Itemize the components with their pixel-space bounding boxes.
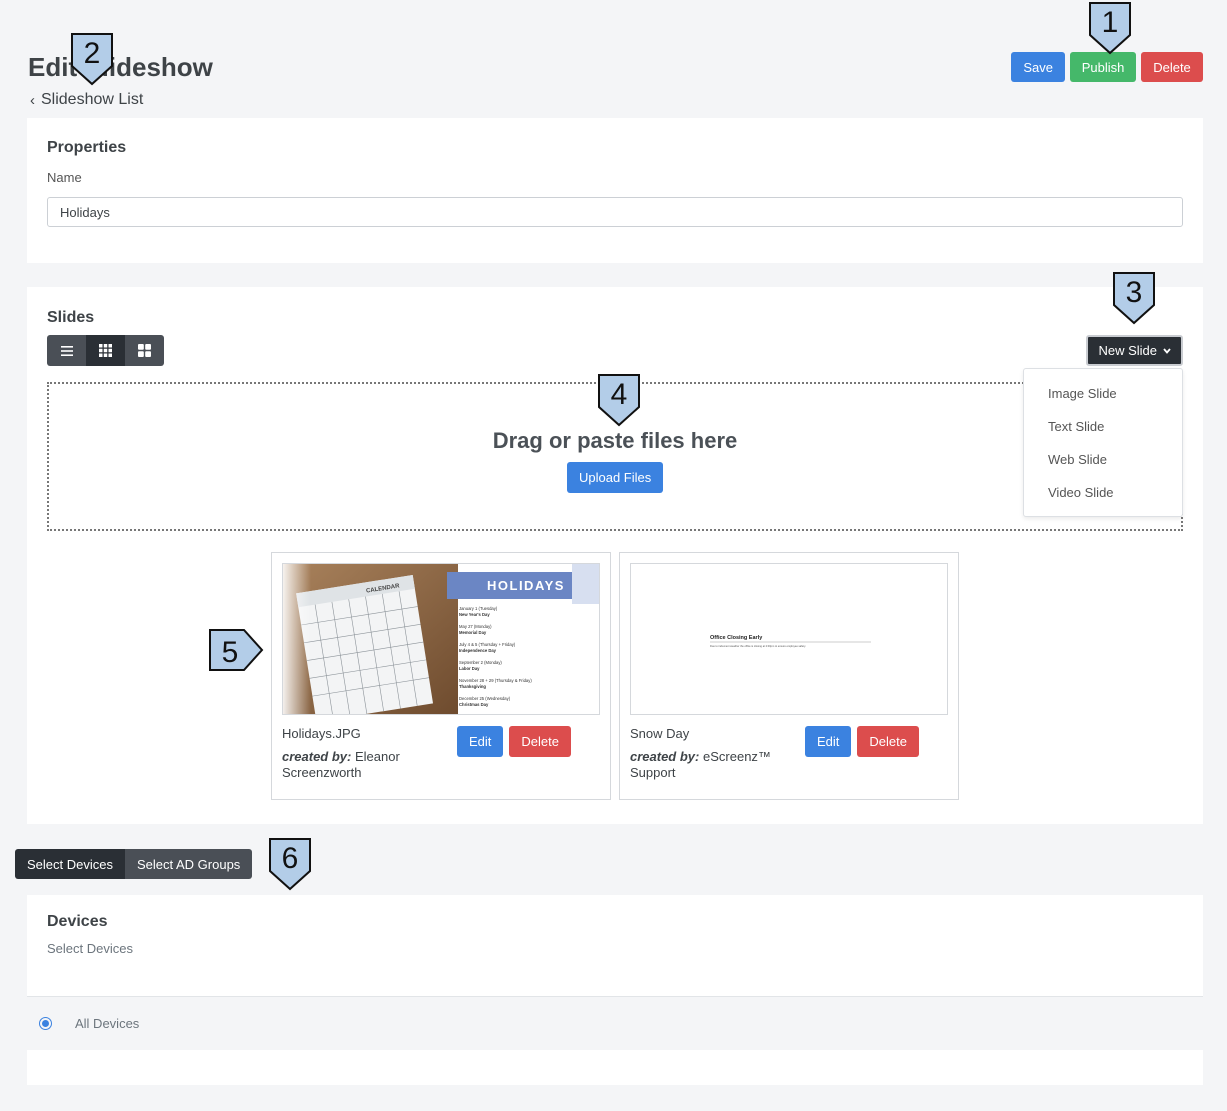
thumb-line: December 25 (Wednesday) [459,696,511,701]
menu-item-text-slide[interactable]: Text Slide [1024,410,1182,443]
new-slide-dropdown-button[interactable]: New Slide [1086,335,1183,366]
publish-button[interactable]: Publish [1070,52,1136,82]
slide-creator: created by: Eleanor Screenzworth [282,749,442,781]
thumb-line: Memorial Day [459,630,487,635]
slide-actions: Edit Delete [805,726,919,757]
callout-marker-6: 6 [269,838,311,891]
target-selector: Select Devices Select AD Groups [15,849,253,879]
thumb-line: May 27 (Monday) [459,624,492,629]
thumb-line: January 1 (Tuesday) [459,606,498,611]
back-to-slideshow-list-link[interactable]: ‹ Slideshow List [30,91,143,109]
created-by-label: created by: [630,749,700,764]
all-devices-label: All Devices [75,1016,140,1031]
device-option-row[interactable]: All Devices [27,996,1203,1050]
small-grid-view-button[interactable] [86,335,125,366]
thumb-line: Christmas Day [459,702,489,707]
callout-marker-3: 3 [1113,272,1155,325]
slide-name: Holidays.JPG [282,726,361,741]
thumb-line: Thanksgiving [459,684,486,689]
created-by-label: created by: [282,749,352,764]
save-button[interactable]: Save [1011,52,1065,82]
grid-small-icon [99,344,112,357]
tab-select-ad-groups[interactable]: Select AD Groups [124,849,253,879]
slide-actions: Edit Delete [457,726,571,757]
thumb-line: July 4 & 5 (Thursday + Friday) [459,642,516,647]
delete-slide-button[interactable]: Delete [857,726,919,757]
page-title: Edit Slideshow [28,52,213,82]
upload-files-button[interactable]: Upload Files [567,462,664,493]
menu-item-web-slide[interactable]: Web Slide [1024,443,1182,476]
slide-name: Snow Day [630,726,690,741]
edit-slide-button[interactable]: Edit [457,726,504,757]
slides-card: Slides New Slide Drag or paste files her… [27,287,1203,824]
menu-item-image-slide[interactable]: Image Slide [1024,377,1182,410]
callout-marker-5: 5 [209,629,264,671]
snow-day-slide-image: Office Closing Early Due to inclement we… [631,564,947,714]
delete-slide-button[interactable]: Delete [509,726,571,757]
grid-large-icon [138,344,151,357]
devices-heading: Devices [47,913,108,930]
slides-heading: Slides [47,309,95,326]
callout-number: 3 [1126,276,1143,309]
all-devices-radio[interactable] [39,1017,52,1030]
thumb-line: November 28 + 29 (Thursday & Friday) [459,678,532,683]
callout-number: 6 [282,842,299,875]
thumb-line: Labor Day [459,666,480,671]
devices-card: Devices Select Devices All Devices [27,895,1203,1085]
back-link-label: Slideshow List [41,91,144,108]
callout-number: 5 [222,636,239,669]
list-icon [60,345,73,356]
properties-heading: Properties [47,139,127,156]
slide-card: HOLIDAYS CALENDAR January 1 (Tuesday) Ne… [271,552,611,800]
large-grid-view-button[interactable] [125,335,164,366]
callout-number: 4 [611,378,628,411]
list-view-button[interactable] [47,335,86,366]
top-actions: Save Publish Delete [1011,52,1203,82]
callout-number: 1 [1102,6,1119,39]
slide-creator: created by: eScreenz™ Support [630,749,790,781]
slide-thumbnail-holidays[interactable]: HOLIDAYS CALENDAR January 1 (Tuesday) Ne… [282,563,600,715]
slide-thumbnail-snow-day[interactable]: Office Closing Early Due to inclement we… [630,563,948,715]
menu-item-video-slide[interactable]: Video Slide [1024,476,1182,509]
properties-card: Properties Name Holidays [27,118,1203,263]
slide-card: Office Closing Early Due to inclement we… [619,552,959,800]
thumb-banner: HOLIDAYS [487,578,565,593]
delete-slideshow-button[interactable]: Delete [1141,52,1203,82]
thumb-title: Office Closing Early [710,635,763,641]
devices-subheading: Select Devices [47,941,133,956]
new-slide-label: New Slide [1098,343,1157,358]
name-label: Name [47,170,82,185]
callout-marker-1: 1 [1089,2,1131,55]
thumb-body: Due to inclement weather the office is c… [710,644,806,648]
tab-select-devices[interactable]: Select Devices [15,849,125,879]
dropzone-text: Drag or paste files here [492,428,738,453]
thumb-line: September 2 (Monday) [459,660,502,665]
thumb-line: New Year's Day [459,612,490,617]
thumb-line: Independence Day [459,648,497,653]
view-toggle [47,335,164,366]
chevron-left-icon: ‹ [30,91,35,109]
edit-slide-button[interactable]: Edit [805,726,852,757]
callout-marker-2: 2 [71,33,113,86]
new-slide-menu: Image Slide Text Slide Web Slide Video S… [1023,368,1183,517]
holidays-slide-image: HOLIDAYS CALENDAR January 1 (Tuesday) Ne… [283,564,599,714]
name-input[interactable]: Holidays [47,197,1183,227]
chevron-down-icon [1163,347,1171,354]
callout-marker-4: 4 [598,374,640,427]
callout-number: 2 [84,37,101,70]
